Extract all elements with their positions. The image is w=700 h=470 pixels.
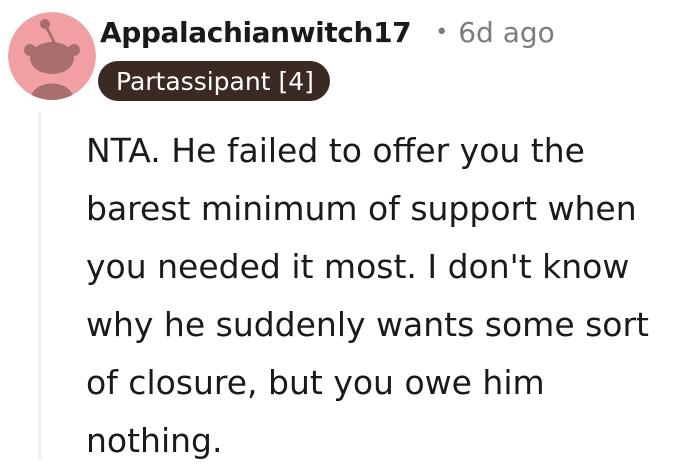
user-flair-badge: Partassipant [4] — [98, 61, 330, 101]
comment: Appalachianwitch17 • 6d ago Partassipant… — [0, 0, 700, 460]
comment-body: NTA. He failed to offer you the barest m… — [86, 131, 649, 460]
user-flair-label: Partassipant [4] — [116, 66, 314, 96]
snoo-avatar-icon — [8, 12, 96, 100]
user-avatar[interactable] — [8, 12, 96, 100]
thread-line[interactable] — [38, 112, 41, 460]
timestamp[interactable]: 6d ago — [458, 16, 555, 49]
separator-dot: • — [435, 19, 449, 45]
comment-header: Appalachianwitch17 • 6d ago — [100, 10, 555, 54]
username[interactable]: Appalachianwitch17 — [100, 16, 412, 49]
